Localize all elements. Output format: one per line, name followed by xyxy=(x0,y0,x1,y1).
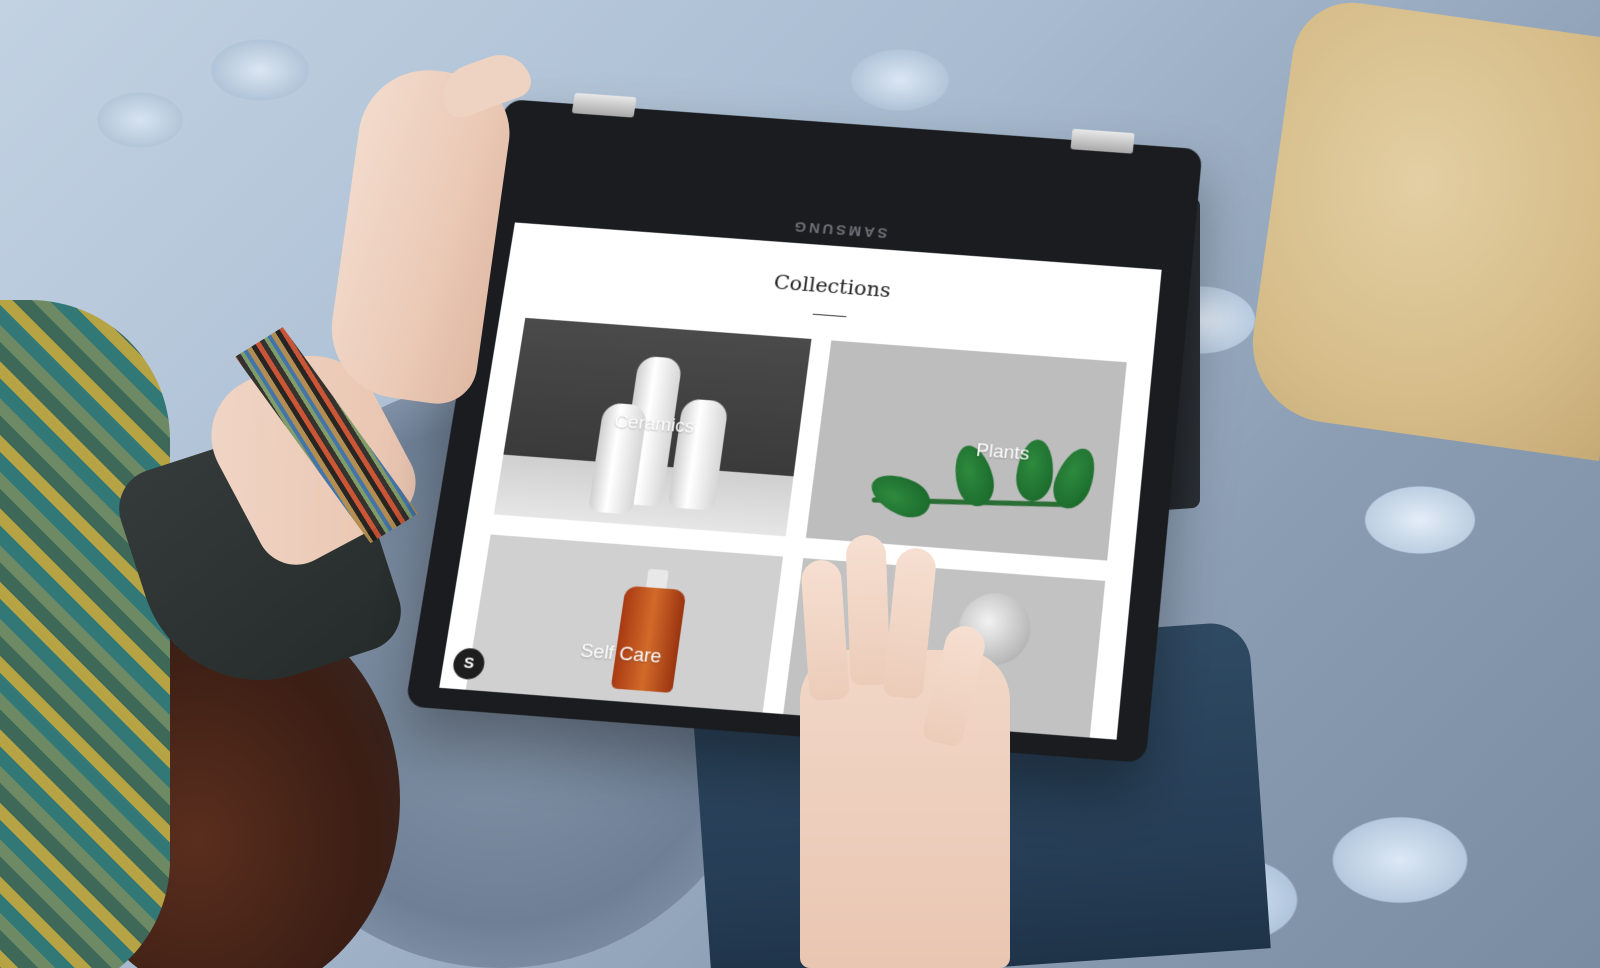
hinge-right xyxy=(1070,128,1135,154)
leaf xyxy=(864,466,937,525)
collection-card-ceramics[interactable]: Ceramics xyxy=(493,317,812,537)
tablet-screen: Collections Ceramics Plants Self Care S xyxy=(439,222,1162,740)
title-divider xyxy=(812,313,847,318)
bottle-image xyxy=(610,585,687,693)
knit-hat xyxy=(0,300,170,968)
collection-card-plants[interactable]: Plants xyxy=(805,340,1127,561)
cushion xyxy=(1242,0,1600,462)
collection-card-self-care[interactable]: Self Care xyxy=(464,534,784,721)
tablet-device: SAMSUNG Collections Ceramics Plants Self… xyxy=(405,92,1203,764)
photo-scene: SAMSUNG Collections Ceramics Plants Self… xyxy=(0,0,1600,968)
finger xyxy=(845,534,891,686)
page-title: Collections xyxy=(772,270,893,302)
hinge-left xyxy=(571,92,637,118)
collection-label: Plants xyxy=(975,440,1031,465)
